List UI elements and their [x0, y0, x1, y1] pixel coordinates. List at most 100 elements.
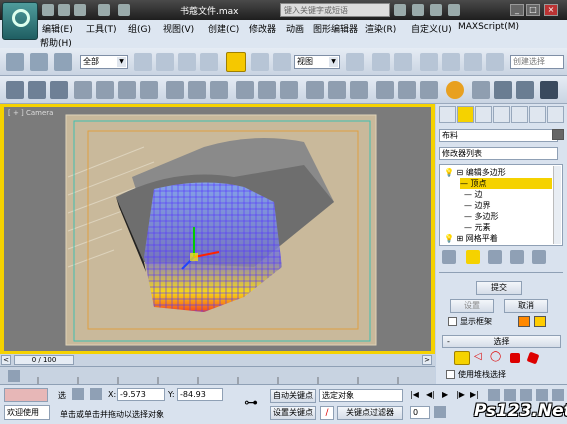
link-icon[interactable]: [30, 53, 48, 71]
modifier-stack[interactable]: 💡 ⊟ 编辑多边形 — 顶点 — 边 — 边界 — 多边形 — 元素 💡 ⊞ 网…: [439, 164, 563, 246]
make-unique-icon[interactable]: [488, 250, 502, 264]
menu-tools[interactable]: 工具(T): [86, 22, 117, 35]
polygon-mode-icon[interactable]: [510, 353, 520, 363]
favorites-icon[interactable]: [430, 4, 442, 16]
menu-rendering[interactable]: 渲染(R): [365, 22, 396, 35]
search-input[interactable]: 键入关键字或短语: [280, 3, 390, 17]
field-of-view-icon[interactable]: [536, 389, 548, 401]
x-coordinate-field[interactable]: -9.573: [117, 388, 165, 401]
ripple-icon[interactable]: [210, 81, 228, 99]
window-crossing-icon[interactable]: [200, 53, 218, 71]
community-icon[interactable]: [412, 4, 424, 16]
object-name-field[interactable]: 布料: [439, 129, 558, 142]
undo-tool-icon[interactable]: [6, 53, 24, 71]
cancel-button[interactable]: 取消: [504, 299, 548, 313]
menu-modifiers[interactable]: 修改器: [249, 22, 276, 35]
select-by-name-icon[interactable]: [156, 53, 174, 71]
bend-icon[interactable]: [118, 81, 136, 99]
scene-explorer-icon[interactable]: [50, 81, 68, 99]
auto-key-button[interactable]: 自动关键点: [270, 389, 316, 403]
show-frame-checkbox[interactable]: [448, 317, 457, 326]
modifier-list-dropdown[interactable]: 修改器列表: [439, 147, 558, 160]
welcome-field[interactable]: 欢迎使用: [4, 405, 50, 420]
go-to-start-icon[interactable]: |◀: [410, 390, 420, 400]
undo-icon[interactable]: [98, 4, 110, 16]
keyboard-shortcut-icon[interactable]: [394, 53, 412, 71]
percent-snap-icon[interactable]: [464, 53, 482, 71]
modify-tab-icon[interactable]: [457, 106, 474, 123]
track-bar[interactable]: [0, 366, 435, 384]
menu-group[interactable]: 组(G): [128, 22, 151, 35]
remove-modifier-icon[interactable]: [510, 250, 524, 264]
absolute-mode-icon[interactable]: [90, 388, 102, 400]
element-mode-icon[interactable]: [526, 351, 540, 365]
save-file-icon[interactable]: [74, 4, 86, 16]
rotate-tool-icon[interactable]: [251, 53, 269, 71]
stack-item-border[interactable]: — 边界: [464, 200, 491, 211]
render-frame-icon[interactable]: [516, 81, 534, 99]
menu-create[interactable]: 创建(C): [208, 22, 239, 35]
taper-icon[interactable]: [258, 81, 276, 99]
teapot-icon[interactable]: [446, 81, 464, 99]
zoom-all-icon[interactable]: [504, 389, 516, 401]
selected-object-dropdown[interactable]: 选定对象: [319, 389, 403, 402]
rectangular-selection-icon[interactable]: [178, 53, 196, 71]
unlink-icon[interactable]: [54, 53, 72, 71]
next-frame-icon[interactable]: >: [422, 355, 432, 365]
squeeze-icon[interactable]: [328, 81, 346, 99]
maxscript-listener[interactable]: [4, 388, 48, 402]
push-icon[interactable]: [350, 81, 368, 99]
menu-graph-editors[interactable]: 图形编辑器: [313, 22, 358, 35]
viewport-label[interactable]: [ + ] Camera: [8, 109, 53, 117]
next-key-icon[interactable]: |▶: [456, 390, 466, 400]
material-editor-icon[interactable]: [472, 81, 490, 99]
layer-icon[interactable]: [28, 81, 46, 99]
stack-scrollbar[interactable]: [553, 166, 561, 244]
angle-snap-icon[interactable]: [442, 53, 460, 71]
key-mode-icon[interactable]: ∕: [320, 406, 334, 420]
menu-animation[interactable]: 动画: [286, 22, 304, 35]
set-key-button[interactable]: 设置关键点: [270, 406, 316, 420]
render-icon[interactable]: [540, 81, 558, 99]
time-slider-thumb[interactable]: 0 / 100: [14, 355, 74, 365]
frame-color-swatch-1[interactable]: [518, 316, 530, 327]
selection-filter-dropdown[interactable]: 全部 ▼: [80, 55, 128, 69]
use-stack-selection-checkbox[interactable]: [446, 370, 455, 379]
stack-item-polygon[interactable]: — 多边形: [464, 211, 499, 222]
y-coordinate-field[interactable]: -84.93: [177, 388, 223, 401]
reference-coord-dropdown[interactable]: 视图 ▼: [294, 55, 340, 69]
stack-item-vertex[interactable]: — 顶点: [460, 178, 552, 189]
time-config-icon[interactable]: [434, 406, 446, 418]
edge-mode-icon[interactable]: ◁: [474, 351, 488, 365]
stretch-icon[interactable]: [306, 81, 324, 99]
maximize-button[interactable]: □: [526, 4, 540, 16]
stack-item-edge[interactable]: — 边: [464, 189, 483, 200]
close-button[interactable]: ×: [544, 4, 558, 16]
display-tab-icon[interactable]: [511, 106, 528, 123]
stack-item-editable-poly[interactable]: 💡 ⊟ 编辑多边形: [444, 167, 506, 178]
create-tab-icon[interactable]: [439, 106, 456, 123]
settings-button[interactable]: 设置: [450, 299, 494, 313]
stack-item-element[interactable]: — 元素: [464, 222, 491, 233]
submit-button[interactable]: 提交: [476, 281, 522, 295]
move-tool-icon[interactable]: [226, 52, 246, 72]
zoom-icon[interactable]: [488, 389, 500, 401]
pin-stack-icon[interactable]: [442, 250, 456, 264]
menu-edit[interactable]: 编辑(E): [42, 22, 73, 35]
menu-views[interactable]: 视图(V): [163, 22, 194, 35]
twist-icon[interactable]: [236, 81, 254, 99]
hammer-icon[interactable]: [547, 106, 564, 123]
camera-viewport[interactable]: [ + ] Camera: [4, 107, 431, 351]
select-manipulate-icon[interactable]: [372, 53, 390, 71]
spinner-snap-icon[interactable]: [486, 53, 504, 71]
new-file-icon[interactable]: [42, 4, 54, 16]
wave-icon[interactable]: [188, 81, 206, 99]
cylinder-icon[interactable]: [140, 81, 158, 99]
configure-modifiers-icon[interactable]: [532, 250, 546, 264]
skew-icon[interactable]: [280, 81, 298, 99]
current-frame-field[interactable]: 0: [410, 406, 430, 419]
lattice-icon[interactable]: [420, 81, 438, 99]
app-logo[interactable]: [2, 2, 38, 40]
stack-item-grid-plane[interactable]: 💡 ⊞ 网格平着: [444, 233, 498, 244]
helix-icon[interactable]: [166, 81, 184, 99]
